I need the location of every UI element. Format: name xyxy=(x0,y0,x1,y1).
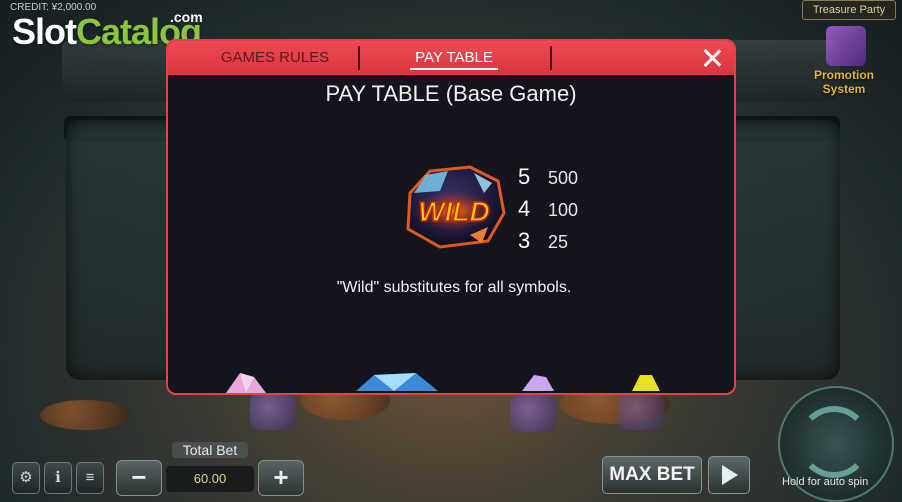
max-bet-button[interactable]: MAX BET xyxy=(602,456,702,494)
watermark-part1: Slot xyxy=(12,11,77,52)
play-button[interactable] xyxy=(708,456,750,494)
decrease-bet-button[interactable]: − xyxy=(116,460,162,496)
payout-value: 500 xyxy=(548,168,579,188)
auto-spin-hint: Hold for auto spin xyxy=(782,476,869,488)
rock-decoration xyxy=(40,400,130,430)
tab-games-rules[interactable]: GAMES RULES xyxy=(190,41,360,75)
total-bet-label: Total Bet xyxy=(172,442,248,458)
promotion-system-label[interactable]: Promotion System xyxy=(802,68,886,96)
payout-count: 5 xyxy=(518,164,531,189)
yellow-gem-icon xyxy=(632,375,660,391)
wild-payouts: 5 500 4 100 3 25 xyxy=(518,163,618,259)
wild-description: "Wild" substitutes for all symbols. xyxy=(336,279,572,296)
treasure-party-button[interactable]: Treasure Party xyxy=(802,0,896,20)
watermark-suffix: .com xyxy=(170,9,203,25)
paytable-modal: GAMES RULES PAY TABLE PAY TABLE (Base Ga… xyxy=(166,39,736,395)
wild-symbol-text: WILD xyxy=(418,196,490,227)
active-tab-underline xyxy=(410,68,498,70)
gem-decoration xyxy=(250,392,296,430)
purple-gem-icon xyxy=(522,375,554,391)
payout-row: 3 25 xyxy=(518,227,618,259)
payout-count: 4 xyxy=(518,196,531,221)
blue-gem-icon xyxy=(356,373,438,391)
gem-decoration xyxy=(618,392,664,430)
tab-divider xyxy=(550,46,552,70)
tab-pay-table-label: PAY TABLE xyxy=(415,49,493,66)
pink-gem-icon xyxy=(226,373,266,393)
wild-symbol-icon: WILD xyxy=(406,165,506,249)
paytable-title: PAY TABLE (Base Game) xyxy=(325,81,577,106)
gift-icon[interactable] xyxy=(826,26,866,66)
tab-divider xyxy=(358,46,360,70)
spin-arrows-icon xyxy=(798,406,870,478)
total-bet-value: 60.00 xyxy=(166,466,254,492)
modal-header: GAMES RULES PAY TABLE xyxy=(168,41,734,75)
play-icon xyxy=(722,465,738,485)
payout-count: 3 xyxy=(518,228,531,253)
payout-row: 5 500 xyxy=(518,163,618,195)
info-icon[interactable]: ℹ xyxy=(44,462,72,494)
increase-bet-button[interactable]: + xyxy=(258,460,304,496)
tab-pay-table[interactable]: PAY TABLE xyxy=(386,41,522,75)
payout-value: 100 xyxy=(548,200,579,220)
history-icon[interactable]: ≡ xyxy=(76,462,104,494)
close-icon[interactable] xyxy=(700,46,724,70)
gem-decoration xyxy=(510,394,556,432)
settings-icon[interactable]: ⚙ xyxy=(12,462,40,494)
payout-row: 4 100 xyxy=(518,195,618,227)
payout-value: 25 xyxy=(548,232,569,252)
